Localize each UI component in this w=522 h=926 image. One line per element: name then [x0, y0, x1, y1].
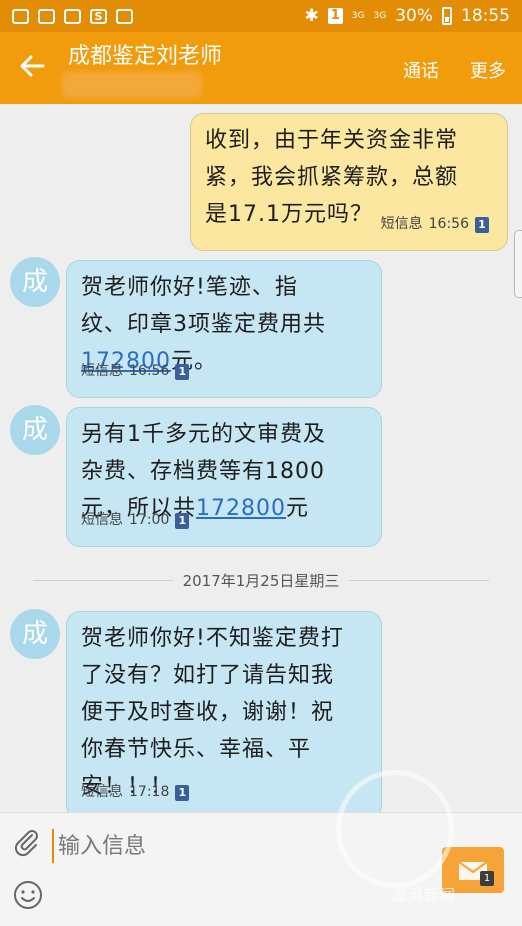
sim-badge-icon: 1 [175, 784, 190, 801]
message-meta: 短信息 17:00 1 [81, 502, 190, 539]
paperclip-icon[interactable] [12, 827, 42, 857]
paperclip-svg [14, 830, 38, 857]
gallery-icon [12, 8, 29, 24]
message-time: 17:00 [129, 512, 170, 528]
message-bubble-received[interactable]: 贺老师你好!不知鉴定费打 了没有？如打了请告知我 便于及时查收，谢谢！祝 你春节… [66, 611, 382, 819]
message-service: 短信息 [380, 216, 423, 232]
sim-badge-icon: 1 [475, 216, 489, 233]
notification-icons: S [12, 8, 133, 24]
message-input[interactable] [52, 829, 390, 863]
sim-badge-icon: 1 [175, 363, 190, 380]
phone-number-link[interactable]: 172800 [196, 496, 286, 521]
message-meta: 短信息 16:56 1 [81, 353, 190, 390]
date-label: 2017年1月25日星期三 [182, 571, 340, 590]
message-time: 16:56 [428, 216, 469, 232]
contact-avatar[interactable]: 成 [10, 609, 60, 659]
send-sim-badge: 1 [480, 871, 494, 886]
status-bar: S ✱ 1 3G 3G 30% 18:55 [0, 0, 522, 32]
message-time: 16:56 [129, 363, 170, 379]
contact-number-redacted [62, 72, 202, 98]
shield-icon [64, 8, 81, 24]
back-arrow-icon[interactable] [16, 52, 48, 84]
divider [349, 579, 490, 581]
app-s-icon: S [90, 8, 107, 24]
send-button[interactable]: 1 [442, 847, 504, 893]
message-service: 短信息 [81, 363, 123, 379]
clock: 18:55 [461, 6, 510, 26]
contact-avatar[interactable]: 成 [10, 257, 60, 307]
conversation-header: 成都鉴定刘老师 通话 更多 [0, 32, 522, 104]
sim-indicator: 1 [327, 8, 343, 24]
message-list[interactable]: 收到，由于年关资金非常 紧，我会抓紧筹款，总额 是17.1万元吗？ 短信息 16… [0, 104, 522, 819]
cloud-icon [38, 8, 55, 24]
battery-icon [442, 7, 452, 25]
date-separator: 2017年1月25日星期三 [0, 570, 522, 590]
network-indicator-1: 3G [351, 10, 365, 21]
battery-percent: 30% [395, 6, 433, 26]
message-service: 短信息 [81, 784, 123, 800]
back-arrow-svg [20, 55, 45, 77]
emoji-svg [14, 881, 42, 909]
network-indicator-2: 3G [373, 10, 387, 21]
message-meta: 短信息 17:18 1 [81, 774, 190, 811]
message-bubble-sent[interactable]: 收到，由于年关资金非常 紧，我会抓紧筹款，总额 是17.1万元吗？ 短信息 16… [190, 113, 508, 251]
more-button[interactable]: 更多 [470, 57, 506, 83]
message-time: 17:18 [129, 784, 170, 800]
message-bubble-received[interactable]: 贺老师你好!笔迹、指 纹、印章3项鉴定费用共 172800元。 短信息 16:5… [66, 260, 382, 398]
divider [32, 579, 173, 581]
contact-avatar[interactable]: 成 [10, 405, 60, 455]
message-meta: 短信息 16:56 1 [381, 206, 489, 243]
emoji-icon[interactable] [12, 879, 44, 911]
message-bubble-received[interactable]: 另有1千多元的文审费及 杂费、存档费等有1800 元，所以共172800元 短信… [66, 407, 382, 547]
sim-badge-icon: 1 [175, 512, 190, 529]
image-icon [116, 8, 133, 24]
message-service: 短信息 [81, 512, 123, 528]
call-button[interactable]: 通话 [403, 57, 439, 83]
scrollbar[interactable] [514, 230, 522, 298]
contact-name[interactable]: 成都鉴定刘老师 [68, 38, 222, 70]
compose-bar: 1 [0, 812, 522, 926]
system-icons: ✱ 1 3G 3G 30% 18:55 [305, 6, 511, 26]
bluetooth-icon: ✱ [304, 6, 319, 26]
